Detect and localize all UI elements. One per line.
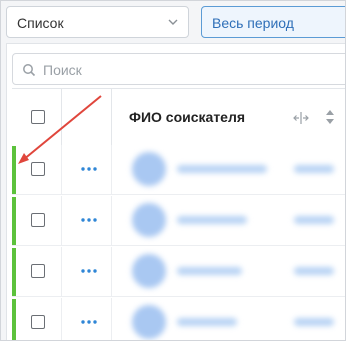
row-checkbox[interactable] bbox=[31, 315, 45, 329]
search-icon bbox=[23, 64, 36, 77]
column-divider bbox=[111, 298, 112, 340]
candidate-name-redacted bbox=[177, 318, 237, 326]
candidate-name-redacted bbox=[177, 165, 267, 173]
row-checkbox[interactable] bbox=[31, 162, 45, 176]
more-actions-icon[interactable] bbox=[81, 166, 97, 172]
candidate-meta-redacted bbox=[294, 318, 334, 326]
column-divider bbox=[61, 196, 62, 245]
status-indicator bbox=[12, 299, 16, 340]
column-divider bbox=[111, 247, 112, 296]
candidates-panel: Поиск ФИО соискателя bbox=[6, 43, 345, 340]
candidate-meta-redacted bbox=[294, 267, 334, 275]
candidate-name-redacted bbox=[177, 267, 242, 275]
row-checkbox[interactable] bbox=[31, 264, 45, 278]
column-divider bbox=[111, 89, 112, 145]
candidate-meta-redacted bbox=[294, 165, 334, 173]
period-select-value: Весь период bbox=[212, 15, 294, 31]
app-frame: Список Весь период Поиск ФИО соискателя bbox=[0, 0, 346, 341]
table-row[interactable] bbox=[12, 145, 345, 195]
avatar bbox=[132, 305, 166, 339]
period-select[interactable]: Весь период bbox=[201, 6, 345, 38]
status-indicator bbox=[12, 248, 16, 296]
status-indicator bbox=[12, 146, 16, 194]
more-actions-icon[interactable] bbox=[81, 319, 97, 325]
column-resize-icon[interactable] bbox=[293, 111, 309, 125]
avatar bbox=[132, 254, 166, 288]
table-header: ФИО соискателя bbox=[12, 88, 345, 146]
column-divider bbox=[61, 145, 62, 194]
row-checkbox[interactable] bbox=[31, 213, 45, 227]
search-placeholder: Поиск bbox=[43, 62, 82, 78]
search-input[interactable]: Поиск bbox=[12, 53, 345, 85]
status-indicator bbox=[12, 197, 16, 245]
table-row[interactable] bbox=[12, 196, 345, 246]
more-actions-icon[interactable] bbox=[81, 217, 97, 223]
more-actions-icon[interactable] bbox=[81, 268, 97, 274]
view-select-value: Список bbox=[17, 15, 64, 31]
view-select[interactable]: Список bbox=[6, 6, 189, 38]
column-divider bbox=[111, 196, 112, 245]
table-row[interactable] bbox=[12, 298, 345, 340]
column-divider bbox=[61, 298, 62, 340]
column-divider bbox=[61, 247, 62, 296]
column-divider bbox=[61, 89, 62, 145]
column-header-name: ФИО соискателя bbox=[129, 109, 246, 125]
column-divider bbox=[111, 145, 112, 194]
select-all-checkbox[interactable] bbox=[31, 110, 45, 124]
candidate-meta-redacted bbox=[294, 216, 334, 224]
table-row[interactable] bbox=[12, 247, 345, 297]
sort-icon[interactable] bbox=[325, 107, 335, 127]
avatar bbox=[132, 203, 166, 237]
candidate-name-redacted bbox=[177, 216, 247, 224]
avatar bbox=[132, 152, 166, 186]
chevron-down-icon bbox=[168, 19, 178, 25]
